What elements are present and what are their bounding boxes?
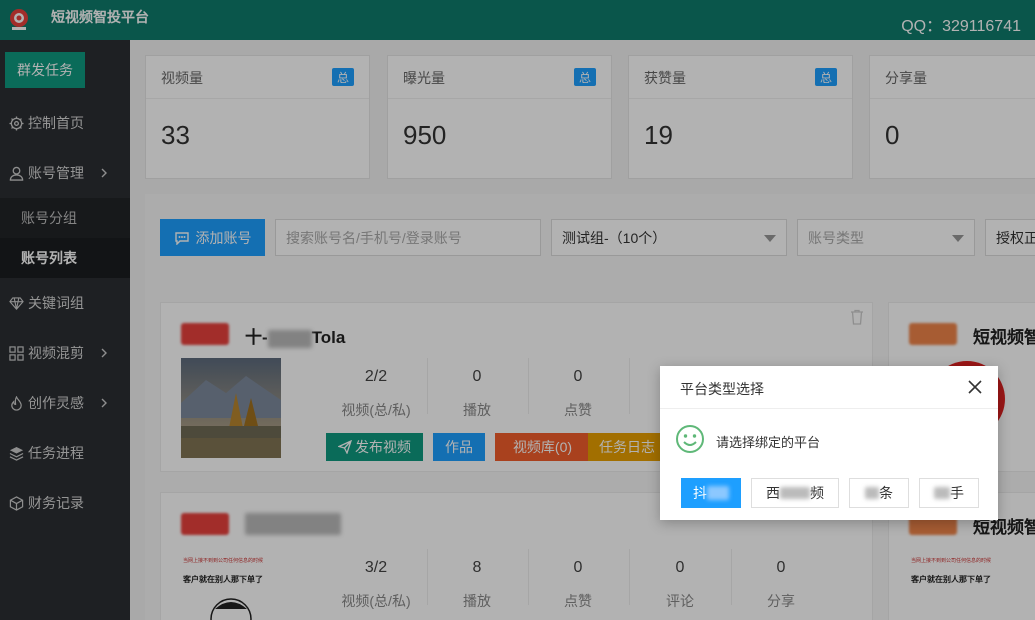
dialog-header: 平台类型选择 — [660, 366, 998, 409]
dialog-message: 请选择绑定的平台 — [716, 435, 821, 450]
platform-button[interactable]: 手 — [919, 478, 979, 508]
redacted-text — [934, 487, 950, 499]
platform-button-label: 手 — [950, 485, 964, 501]
platform-select-dialog: 平台类型选择 请选择绑定的平台 抖 西频 条 手 — [660, 366, 998, 520]
platform-button[interactable]: 抖 — [681, 478, 741, 508]
close-icon[interactable] — [966, 378, 984, 396]
platform-button[interactable]: 西频 — [751, 478, 839, 508]
dialog-title: 平台类型选择 — [680, 381, 764, 397]
smile-icon — [676, 425, 704, 453]
platform-button[interactable]: 条 — [849, 478, 909, 508]
platform-button-label: 频 — [810, 485, 824, 501]
redacted-text — [865, 487, 879, 499]
platform-button-label: 抖 — [693, 485, 707, 501]
modal-overlay[interactable] — [0, 0, 1035, 620]
redacted-text — [707, 486, 729, 500]
redacted-text — [780, 487, 810, 499]
platform-button-label: 西 — [766, 485, 780, 501]
platform-button-label: 条 — [879, 485, 893, 501]
